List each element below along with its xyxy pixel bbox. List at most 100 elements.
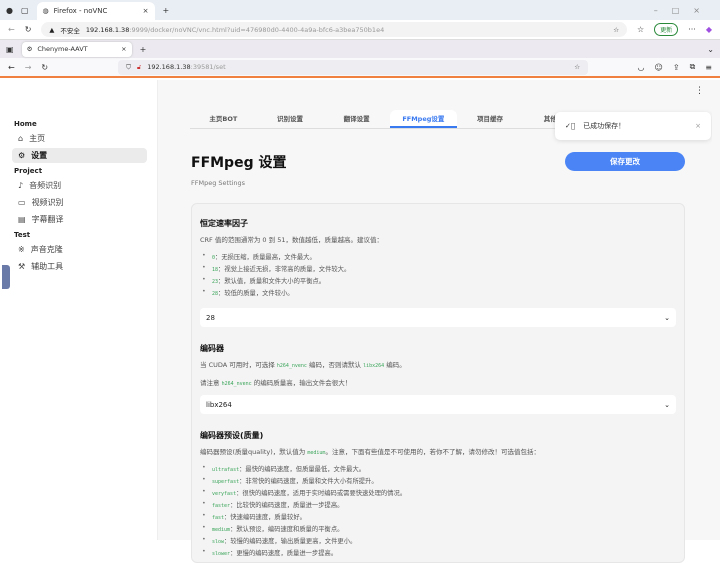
back-icon[interactable]: ← bbox=[8, 63, 15, 72]
main-content: ⋮ 主页BOT识别设置翻译设置FFMpeg设置项目缓存其他设置 ✓⃝ 已成功保存！… bbox=[158, 80, 720, 563]
option-item: superfast：非常快的编码速度，质量和文件大小有所提升。 bbox=[200, 476, 676, 488]
sidebar-item-icon: ⚒ bbox=[18, 262, 26, 271]
option-item: ultrafast：最快的编码速度，但质量最低，文件最大。 bbox=[200, 464, 676, 476]
option-item: slower：更慢的编码速度，质量进一步提高。 bbox=[200, 548, 676, 560]
firefox-tab[interactable]: ⚙ Chenyme-AAVT × bbox=[21, 41, 132, 57]
reload-icon[interactable]: ↻ bbox=[25, 25, 32, 34]
reload-icon[interactable]: ↻ bbox=[41, 63, 48, 72]
option-item: fast：快速编码速度，质量较好。 bbox=[200, 512, 676, 524]
forward-icon[interactable]: → bbox=[25, 63, 32, 72]
save-changes-button[interactable]: 保存更改 bbox=[565, 152, 685, 171]
close-tab-icon[interactable]: × bbox=[143, 7, 149, 15]
more-options-icon[interactable]: ⋮ bbox=[695, 86, 704, 96]
crf-options-list: 0：无损压缩，质量最高，文件最大。18：视觉上接近无损，非常高的质量，文件较大。… bbox=[200, 252, 676, 300]
favorite-icon[interactable]: ☆ bbox=[613, 26, 619, 34]
favorites-icon[interactable]: ☆ bbox=[637, 25, 644, 34]
bookmark-icon[interactable]: ☆ bbox=[574, 63, 580, 71]
tab-list-icon[interactable]: ⌄ bbox=[707, 45, 714, 54]
crf-select[interactable]: 28 ⌄ bbox=[200, 308, 676, 327]
sidebar-item-label: 主页 bbox=[29, 134, 46, 143]
sidebar-item-icon: ⚙ bbox=[18, 151, 26, 160]
url-path: :39581/set bbox=[190, 63, 226, 71]
sidebar-item[interactable]: ▭ 视频识别 bbox=[12, 195, 147, 210]
settings-tab[interactable]: FFMpeg设置 bbox=[390, 110, 457, 128]
tab-title: Chenyme-AAVT bbox=[37, 45, 88, 53]
sidebar-section-title: Home bbox=[14, 120, 37, 128]
option-item: 23：默认值，质量和文件大小的平衡点。 bbox=[200, 276, 676, 288]
option-item: slow：较慢的编码速度，输出质量更高，文件更小。 bbox=[200, 536, 676, 548]
tab-title: Firefox - noVNC bbox=[53, 7, 108, 15]
settings-tab[interactable]: 翻译设置 bbox=[323, 110, 390, 128]
settings-tab[interactable]: 主页BOT bbox=[190, 110, 257, 128]
option-item: faster：比较快的编码速度，质量进一步提高。 bbox=[200, 500, 676, 512]
app: Home ⌂ 主页 ⚙ 设置 Project ♪ 音频识别 ▭ 视频识别 ▤ 字幕翻译 Test ※ 声音克… bbox=[0, 80, 720, 563]
close-tab-icon[interactable]: × bbox=[121, 45, 126, 53]
new-tab-button[interactable]: + bbox=[140, 45, 147, 54]
sidebar: Home ⌂ 主页 ⚙ 设置 Project ♪ 音频识别 ▭ 视频识别 ▤ 字幕翻译 Test ※ 声音克… bbox=[0, 80, 158, 540]
url-host: 192.168.1.38 bbox=[85, 25, 130, 34]
profile-icon[interactable]: ● bbox=[6, 6, 13, 15]
edge-tab[interactable]: ◍ Firefox - noVNC × bbox=[36, 2, 155, 20]
sidebar-handle[interactable] bbox=[2, 265, 10, 289]
back-icon[interactable]: ← bbox=[8, 25, 15, 34]
tab-view-icon[interactable]: ▣ bbox=[6, 45, 14, 54]
pocket-icon[interactable]: ◡ bbox=[638, 63, 645, 72]
page-title: FFMpeg 设置 bbox=[191, 155, 287, 171]
sidebar-item-label: 设置 bbox=[31, 151, 48, 160]
sidebar-item-icon: ♪ bbox=[18, 181, 24, 190]
warning-icon: ▲ bbox=[49, 25, 55, 34]
edge-toolbar: ← ↻ ▲ 不安全 192.168.1.38:9999/docker/noVNC/vn… bbox=[0, 20, 720, 40]
page-subtitle: FFMpeg Settings bbox=[191, 179, 246, 187]
crf-description: CRF 值的范围通常为 0 到 51，数值越低，质量越高。建议值： bbox=[200, 236, 383, 244]
firefox-nav-bar: ← → ↻ ⛉ 🔓︎ 192.168.1.38:39581/set ☆ ◡ ☺ ⇪ ⧉ ≡ bbox=[0, 58, 720, 78]
sidebar-item[interactable]: ⚒ 辅助工具 bbox=[12, 259, 147, 274]
sidebar-item[interactable]: ▤ 字幕翻译 bbox=[12, 212, 147, 227]
option-item: 28：较低的质量，文件较小。 bbox=[200, 288, 676, 300]
sidebar-item-label: 字幕翻译 bbox=[31, 215, 64, 224]
chevron-down-icon: ⌄ bbox=[664, 400, 670, 409]
edge-address-bar[interactable]: ▲ 不安全 192.168.1.38:9999/docker/noVNC/vnc.h… bbox=[41, 22, 628, 37]
sidebar-item[interactable]: ⌂ 主页 bbox=[12, 131, 147, 146]
preset-options-list: ultrafast：最快的编码速度，但质量最低，文件最大。superfast：非… bbox=[200, 464, 676, 560]
scrollbar[interactable] bbox=[712, 80, 720, 540]
preset-description: 编码器预设(质量quality)，默认值为 medium。注意，下面有些值是不可… bbox=[200, 448, 540, 456]
new-tab-button[interactable]: + bbox=[163, 6, 170, 15]
update-button[interactable]: 更新 bbox=[654, 23, 679, 36]
sidebar-item[interactable]: ♪ 音频识别 bbox=[12, 178, 147, 193]
sidebar-item-label: 视频识别 bbox=[31, 198, 64, 207]
encoder-title: 编码器 bbox=[200, 344, 224, 353]
settings-tab[interactable]: 项目缓存 bbox=[457, 110, 524, 128]
success-toast: ✓⃝ 已成功保存！ × bbox=[555, 112, 711, 140]
settings-tabs: 主页BOT识别设置翻译设置FFMpeg设置项目缓存其他设置 bbox=[190, 110, 590, 129]
option-item: 18：视觉上接近无损，非常高的质量，文件较大。 bbox=[200, 264, 676, 276]
firefox-address-bar[interactable]: ⛉ 🔓︎ 192.168.1.38:39581/set ☆ bbox=[118, 59, 589, 75]
url-path: :9999/docker/noVNC/vnc.html?uid=476980d0… bbox=[129, 25, 385, 34]
encoder-select[interactable]: libx264 ⌄ bbox=[200, 395, 676, 414]
shield-icon: ⛉ bbox=[126, 62, 131, 71]
menu-icon[interactable]: ≡ bbox=[705, 63, 712, 72]
encoder-description: 当 CUDA 可用时，可选择 h264_nvenc 编码，否则请默认 libx2… bbox=[200, 361, 406, 369]
account-icon[interactable]: ☺ bbox=[655, 63, 663, 72]
window-controls[interactable]: –□× bbox=[654, 6, 714, 15]
chevron-down-icon: ⌄ bbox=[664, 313, 670, 322]
sidebar-item-icon: ▤ bbox=[18, 215, 26, 224]
sidebar-item[interactable]: ⚙ 设置 bbox=[12, 148, 147, 163]
settings-tab[interactable]: 识别设置 bbox=[257, 110, 324, 128]
preset-title: 编码器预设(质量) bbox=[200, 431, 264, 440]
encoder-note: 请注意 h264_nvenc 的编码质量高，输出文件会很大！ bbox=[200, 379, 352, 387]
copilot-icon[interactable]: ◆ bbox=[706, 25, 712, 34]
sidebar-item[interactable]: ※ 声音克隆 bbox=[12, 242, 147, 257]
sidebar-section-title: Project bbox=[14, 167, 43, 175]
check-circle-icon: ✓⃝ bbox=[565, 122, 576, 130]
settings-card: 恒定速率因子 CRF 值的范围通常为 0 到 51，数值越低，质量越高。建议值：… bbox=[191, 203, 685, 563]
extensions-icon[interactable]: ⧉ bbox=[690, 62, 696, 72]
insecure-label: 不安全 bbox=[60, 26, 80, 35]
more-icon[interactable]: ··· bbox=[688, 25, 696, 34]
crf-value: 28 bbox=[206, 313, 215, 322]
close-toast-icon[interactable]: × bbox=[695, 122, 701, 130]
sidebar-section-title: Test bbox=[14, 231, 31, 239]
option-item: medium：默认预设，编码速度和质量的平衡点。 bbox=[200, 524, 676, 536]
edge-tab-bar: ● ▢ ◍ Firefox - noVNC × + –□× bbox=[0, 0, 720, 20]
tab-actions-icon[interactable]: ▢ bbox=[21, 6, 29, 15]
share-icon[interactable]: ⇪ bbox=[673, 63, 680, 72]
